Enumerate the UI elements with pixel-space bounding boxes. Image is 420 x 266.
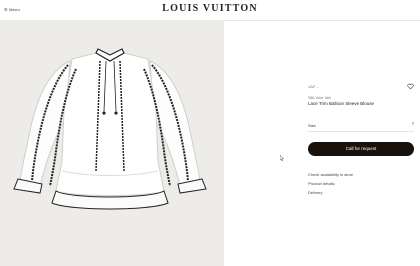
product-subtitle: Silk Vine Veil <box>308 95 332 100</box>
mouse-cursor-icon <box>280 155 284 161</box>
brand-logo[interactable]: LOUIS VUITTON <box>0 3 420 14</box>
link-product-details[interactable]: Product details <box>308 181 334 186</box>
top-bar: ☰ Menu LOUIS VUITTON <box>0 0 420 21</box>
blouse-illustration <box>13 48 207 210</box>
link-check-availability[interactable]: Check availability in store <box>308 172 353 177</box>
call-for-request-button[interactable]: Call for request <box>308 142 414 156</box>
size-selector[interactable]: Size › <box>308 121 414 132</box>
wishlist-heart-icon[interactable] <box>407 83 414 90</box>
size-label: Size <box>308 123 316 128</box>
link-delivery[interactable]: Delivery <box>308 190 322 195</box>
product-sku: 1AF… <box>308 84 320 89</box>
product-name: Lace Trim Balloon Sleeve Blouse <box>308 101 375 106</box>
product-image <box>0 21 224 266</box>
chevron-right-icon: › <box>412 121 414 127</box>
